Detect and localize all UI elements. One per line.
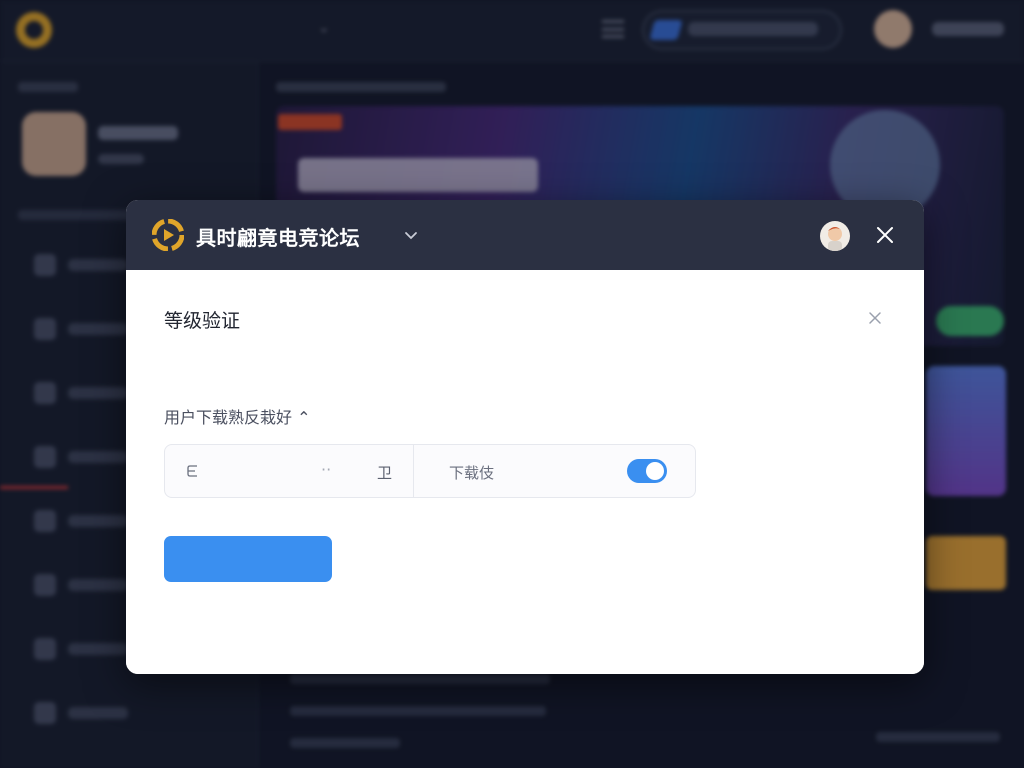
modal-body: 等级验证 用户下载熟反栽好 ⌃ ·· 卫 下载伎 <box>126 270 924 674</box>
confirm-button[interactable] <box>164 536 332 582</box>
dialog-title: 等级验证 <box>164 310 241 332</box>
bracket-icon <box>187 465 197 477</box>
dialog-subtext: 用户下载熟反栽好 ⌃ <box>164 408 311 427</box>
avatar-icon <box>828 227 842 251</box>
download-option-row: ·· 卫 下载伎 <box>164 444 696 498</box>
site-logo-icon <box>152 219 184 251</box>
option-divider <box>413 445 414 497</box>
toggle-knob <box>646 462 664 480</box>
option-meta: ·· <box>321 460 332 479</box>
dialog-close-icon[interactable] <box>866 308 884 326</box>
chevron-down-icon[interactable] <box>402 226 420 244</box>
close-icon[interactable] <box>874 224 896 246</box>
download-toggle[interactable] <box>627 459 667 483</box>
modal-site-title: 具时翩竟电竞论坛 <box>196 226 360 250</box>
option-tail: 卫 <box>377 464 393 482</box>
modal-header: 具时翩竟电竞论坛 <box>126 200 924 270</box>
verification-modal: 具时翩竟电竞论坛 等级验证 用户下载熟反栽好 ⌃ ·· 卫 下载伎 <box>126 200 924 674</box>
toggle-label: 下载伎 <box>449 464 495 482</box>
avatar[interactable] <box>820 221 850 251</box>
